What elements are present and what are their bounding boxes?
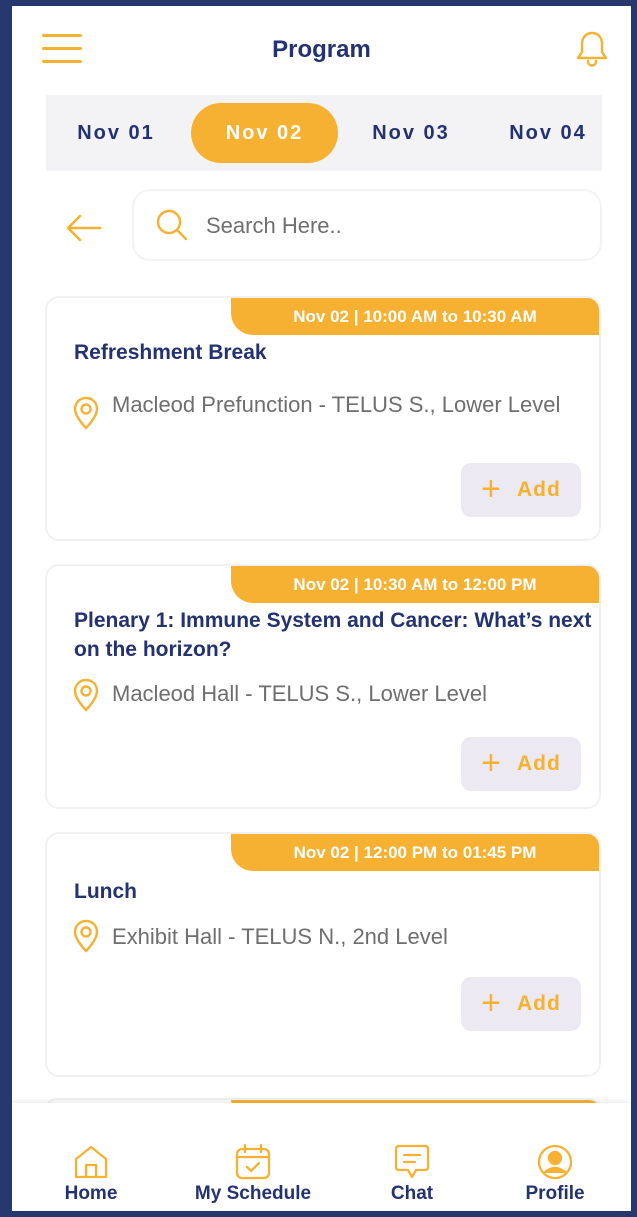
add-button-label: Add — [517, 478, 561, 501]
home-icon — [72, 1143, 110, 1181]
session-card[interactable]: Nov 02 | 10:00 AM to 10:30 AM Refreshmen… — [47, 298, 599, 539]
nav-label: Chat — [390, 1183, 434, 1204]
add-to-schedule-button[interactable]: + Add — [461, 463, 581, 517]
location-pin-icon — [71, 678, 101, 712]
session-location: Exhibit Hall - TELUS N., 2nd Level — [112, 924, 448, 949]
plus-icon: + — [481, 744, 502, 782]
session-location: Macleod Hall - TELUS S., Lower Level — [112, 681, 487, 706]
tab-nov-01[interactable]: Nov 01 — [56, 103, 176, 163]
location-pin-icon — [71, 919, 101, 953]
session-card[interactable]: Nov 02 | 10:30 AM to 12:00 PM Plenary 1:… — [47, 566, 599, 807]
bell-icon[interactable] — [575, 30, 609, 68]
plus-icon: + — [481, 984, 502, 1022]
calendar-check-icon — [234, 1143, 272, 1181]
plus-icon: + — [481, 470, 502, 508]
search-input[interactable] — [204, 205, 588, 247]
add-button-label: Add — [517, 752, 561, 775]
search-icon — [154, 207, 190, 243]
nav-home[interactable]: Home — [42, 1103, 140, 1211]
location-pin-icon — [71, 396, 101, 430]
nav-my-schedule[interactable]: My Schedule — [178, 1103, 328, 1211]
nav-label: Home — [64, 1183, 118, 1204]
session-time-badge: Nov 02 | 10:00 AM to 10:30 AM — [231, 298, 599, 335]
date-tab-bar: Nov 01 Nov 02 Nov 03 Nov 04 — [46, 95, 602, 171]
user-circle-icon — [536, 1143, 574, 1181]
nav-profile[interactable]: Profile — [508, 1103, 602, 1211]
session-time-badge: Nov 02 | 12:00 PM to 01:45 PM — [231, 834, 599, 871]
bottom-nav: Home My Schedule Chat Profile — [12, 1103, 631, 1211]
back-arrow-icon[interactable] — [64, 210, 104, 246]
session-title: Plenary 1: Immune System and Cancer: Wha… — [74, 609, 592, 661]
session-time-badge: Nov 02 | 10:30 AM to 12:00 PM — [231, 566, 599, 603]
chat-bubble-icon — [393, 1143, 431, 1181]
tab-nov-02[interactable]: Nov 02 — [191, 103, 338, 163]
app-header: Program — [12, 6, 631, 90]
add-to-schedule-button[interactable]: + Add — [461, 737, 581, 791]
add-to-schedule-button[interactable]: + Add — [461, 977, 581, 1031]
session-location: Macleod Prefunction - TELUS S., Lower Le… — [112, 392, 561, 417]
nav-label: My Schedule — [194, 1183, 312, 1204]
tab-nov-03[interactable]: Nov 03 — [351, 103, 471, 163]
app-screen: Program Nov 01 Nov 02 Nov 03 Nov 04 Sear… — [12, 6, 631, 1211]
session-title: Refreshment Break — [74, 341, 267, 364]
page-title: Program — [272, 36, 371, 63]
nav-chat[interactable]: Chat — [372, 1103, 452, 1211]
nav-label: Profile — [525, 1183, 585, 1204]
search-box — [134, 191, 600, 259]
session-title: Lunch — [74, 880, 137, 903]
add-button-label: Add — [517, 992, 561, 1015]
tab-nov-04[interactable]: Nov 04 — [494, 103, 602, 163]
session-card[interactable]: Nov 02 | 12:00 PM to 01:45 PM Lunch Exhi… — [47, 834, 599, 1075]
